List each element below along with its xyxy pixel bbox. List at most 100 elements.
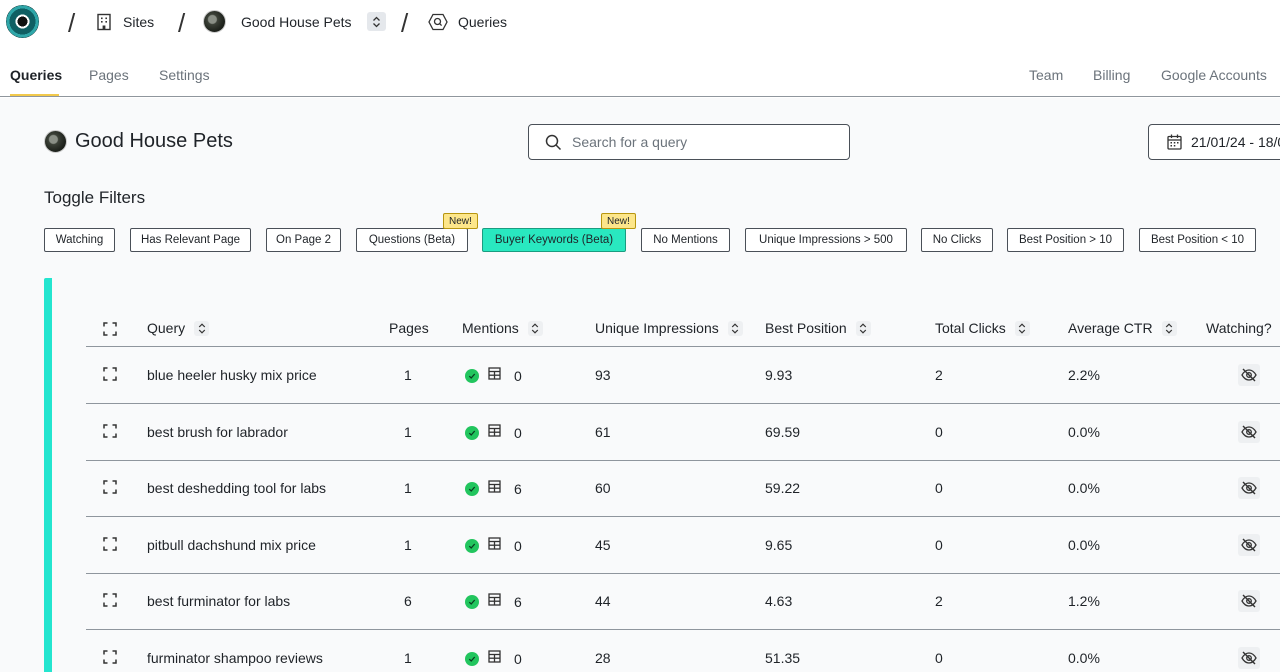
- query-cell[interactable]: best brush for labrador: [147, 424, 288, 440]
- column-header-average-ctr-label: Average CTR: [1068, 320, 1153, 336]
- table-icon[interactable]: [488, 536, 501, 555]
- table-icon[interactable]: [488, 480, 501, 498]
- tab-team[interactable]: Team: [1029, 67, 1063, 83]
- site-avatar: [44, 130, 67, 153]
- filter-best-position-lt-10[interactable]: Best Position < 10: [1139, 228, 1256, 252]
- sort-icon[interactable]: [527, 320, 543, 336]
- table-row[interactable]: blue heeler husky mix price 1 0 93 9.93 2 2.2%: [86, 347, 1280, 404]
- filter-has-relevant-page[interactable]: Has Relevant Page: [130, 228, 251, 252]
- sort-icon[interactable]: [1014, 320, 1030, 336]
- tab-billing[interactable]: Billing: [1093, 67, 1130, 83]
- table-row[interactable]: furminator shampoo reviews 1 0 28 51.35 0 0.0%: [86, 630, 1280, 672]
- mentions-cell: 0: [465, 536, 522, 555]
- mentions-cell: 6: [465, 593, 522, 611]
- filter-buyer-keywords-beta[interactable]: Buyer Keywords (Beta): [482, 228, 626, 252]
- column-header-total-clicks[interactable]: Total Clicks: [935, 320, 1030, 336]
- filter-unique-impressions-500[interactable]: Unique Impressions > 500: [745, 228, 907, 252]
- watch-toggle-eye-off-icon[interactable]: [1238, 590, 1260, 612]
- query-cell[interactable]: furminator shampoo reviews: [147, 650, 323, 666]
- query-cell[interactable]: pitbull dachshund mix price: [147, 537, 316, 553]
- impressions-cell: 93: [595, 367, 611, 383]
- sort-icon[interactable]: [194, 320, 210, 336]
- filter-watching[interactable]: Watching: [44, 228, 115, 252]
- column-header-query-label: Query: [147, 320, 186, 336]
- best-position-cell: 51.35: [765, 649, 801, 666]
- filter-best-position-gt-10[interactable]: Best Position > 10: [1007, 228, 1124, 252]
- mentions-count: 6: [514, 594, 522, 610]
- column-header-average-ctr[interactable]: Average CTR: [1068, 320, 1177, 336]
- table-row[interactable]: best deshedding tool for labs 1 6 60 59.22 0 0…: [86, 460, 1280, 517]
- app-logo-icon[interactable]: [6, 5, 39, 38]
- column-header-best-position-label: Best Position: [765, 320, 847, 336]
- pages-cell: 1: [404, 367, 412, 383]
- expand-row-icon[interactable]: [103, 536, 117, 556]
- filter-questions-beta[interactable]: Questions (Beta): [356, 228, 468, 252]
- expand-row-icon[interactable]: [103, 367, 117, 386]
- total-clicks-cell: 2: [935, 593, 943, 609]
- mentions-count: 0: [514, 650, 522, 667]
- table-row[interactable]: best furminator for labs 6 6 44 4.63 2 1.2%: [86, 573, 1280, 630]
- search-box[interactable]: [528, 124, 850, 160]
- check-circle-icon: [465, 425, 479, 440]
- watch-toggle-eye-off-icon[interactable]: [1238, 420, 1260, 443]
- expand-row-icon[interactable]: [103, 423, 117, 443]
- average-ctr-cell: 0.0%: [1068, 423, 1100, 440]
- table-icon[interactable]: [488, 593, 501, 611]
- breadcrumb-queries[interactable]: Queries: [428, 13, 507, 31]
- total-clicks-cell: 2: [935, 367, 943, 383]
- breadcrumb-sites[interactable]: Sites: [95, 13, 154, 31]
- impressions-cell: 28: [595, 649, 611, 666]
- total-clicks-cell: 0: [935, 536, 943, 553]
- total-clicks-cell: 0: [935, 423, 943, 440]
- page-title-text: Good House Pets: [75, 130, 233, 152]
- filter-on-page-2[interactable]: On Page 2: [266, 228, 341, 252]
- sort-icon[interactable]: [727, 320, 743, 336]
- expand-row-icon[interactable]: [103, 649, 117, 669]
- mentions-cell: 6: [465, 480, 522, 498]
- watch-toggle-eye-off-icon[interactable]: [1238, 533, 1260, 556]
- impressions-cell: 61: [595, 423, 611, 440]
- breadcrumb-site[interactable]: Good House Pets: [203, 10, 386, 33]
- column-header-watching: Watching?: [1206, 320, 1272, 336]
- main-content: Good House Pets 21/01/24 - 18/0 Toggle F…: [0, 98, 1280, 672]
- watch-toggle-eye-off-icon[interactable]: [1238, 477, 1260, 499]
- impressions-cell: 60: [595, 480, 611, 496]
- table-icon[interactable]: [488, 367, 501, 385]
- sort-icon[interactable]: [855, 320, 871, 336]
- watch-toggle-eye-off-icon[interactable]: [1238, 646, 1260, 669]
- best-position-cell: 9.93: [765, 367, 793, 383]
- impressions-cell: 45: [595, 536, 611, 553]
- query-cell[interactable]: best deshedding tool for labs: [147, 480, 326, 496]
- check-circle-icon: [465, 482, 479, 496]
- pages-cell: 1: [404, 536, 412, 553]
- active-tab-indicator: [10, 94, 59, 96]
- column-header-total-clicks-label: Total Clicks: [935, 320, 1006, 336]
- filter-no-clicks[interactable]: No Clicks: [921, 228, 993, 252]
- expand-row-icon[interactable]: [103, 480, 117, 499]
- column-header-unique-impressions-label: Unique Impressions: [595, 320, 719, 336]
- tab-settings[interactable]: Settings: [159, 67, 210, 83]
- tab-queries[interactable]: Queries: [10, 67, 62, 83]
- expand-all-icon[interactable]: [103, 322, 117, 341]
- query-cell[interactable]: blue heeler husky mix price: [147, 367, 317, 383]
- column-header-mentions[interactable]: Mentions: [462, 320, 543, 336]
- table-row[interactable]: best brush for labrador 1 0 61 69.59 0 0.0%: [86, 404, 1280, 461]
- table-icon[interactable]: [488, 649, 501, 668]
- site-switcher-icon[interactable]: [366, 12, 386, 31]
- date-range-picker[interactable]: 21/01/24 - 18/0: [1148, 124, 1280, 160]
- table-row[interactable]: pitbull dachshund mix price 1 0 45 9.65 0 0.0%: [86, 517, 1280, 574]
- sort-icon[interactable]: [1161, 320, 1177, 336]
- tab-pages[interactable]: Pages: [89, 67, 129, 83]
- column-header-query[interactable]: Query: [147, 320, 210, 336]
- column-header-best-position[interactable]: Best Position: [765, 320, 871, 336]
- table-icon[interactable]: [488, 423, 501, 442]
- mentions-count: 0: [514, 424, 522, 441]
- search-input[interactable]: [572, 134, 822, 150]
- watch-toggle-eye-off-icon[interactable]: [1238, 364, 1260, 386]
- column-header-unique-impressions[interactable]: Unique Impressions: [595, 320, 743, 336]
- query-cell[interactable]: best furminator for labs: [147, 593, 290, 609]
- expand-row-icon[interactable]: [103, 593, 117, 612]
- tab-google-accounts[interactable]: Google Accounts: [1161, 67, 1267, 83]
- column-header-mentions-label: Mentions: [462, 320, 519, 336]
- filter-no-mentions[interactable]: No Mentions: [641, 228, 730, 252]
